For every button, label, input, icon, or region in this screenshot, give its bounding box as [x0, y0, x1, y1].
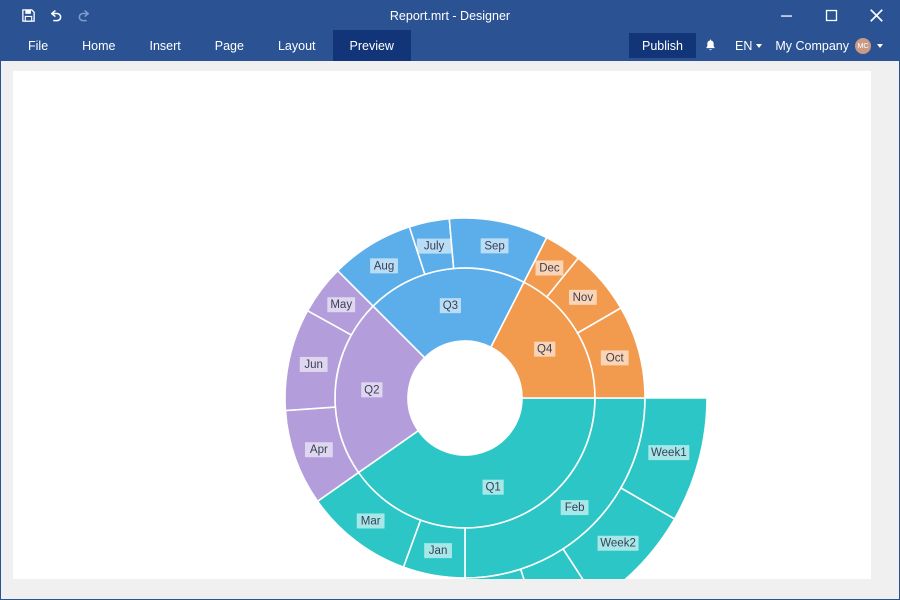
label-q2: Q2	[364, 384, 379, 396]
label-dec: Dec	[539, 263, 560, 275]
menu-item-insert[interactable]: Insert	[133, 30, 198, 61]
title-bar: Report.mrt - Designer	[1, 1, 899, 30]
minimize-button[interactable]	[764, 1, 809, 30]
label-feb: Feb	[565, 502, 585, 514]
designer-window: Report.mrt - Designer File Home Insert P…	[0, 0, 900, 600]
label-oct: Oct	[606, 352, 625, 364]
maximize-button[interactable]	[809, 1, 854, 30]
sunburst-chart: Q1FebWeek1Week2Week3Week4JanMarQ2AprJunM…	[13, 71, 871, 579]
menu-item-page[interactable]: Page	[198, 30, 261, 61]
undo-button[interactable]	[43, 4, 69, 28]
menu-item-preview[interactable]: Preview	[332, 30, 411, 61]
minimize-icon	[781, 15, 792, 17]
label-q1: Q1	[485, 482, 500, 494]
label-aug: Aug	[374, 260, 394, 272]
label-sep: Sep	[484, 240, 504, 252]
undo-icon	[50, 9, 62, 21]
chevron-down-icon	[756, 43, 763, 48]
maximize-icon	[825, 9, 838, 22]
label-q3: Q3	[443, 300, 458, 312]
label-july: July	[424, 241, 445, 253]
sunburst-segments	[284, 217, 708, 579]
redo-button[interactable]	[71, 4, 97, 28]
window-controls	[764, 1, 899, 30]
label-jan: Jan	[429, 545, 448, 557]
save-button[interactable]	[15, 4, 41, 28]
account-name: My Company	[775, 38, 849, 53]
notifications-button[interactable]	[696, 30, 726, 61]
menu-bar: File Home Insert Page Layout Preview Pub…	[1, 30, 899, 61]
label-mar: Mar	[361, 515, 381, 527]
report-page: Q1FebWeek1Week2Week3Week4JanMarQ2AprJunM…	[13, 71, 871, 579]
language-label: EN	[734, 38, 753, 53]
label-q4: Q4	[537, 344, 553, 356]
language-selector[interactable]: EN	[726, 30, 771, 61]
label-apr: Apr	[310, 444, 328, 456]
close-button[interactable]	[854, 1, 899, 30]
redo-icon	[78, 9, 90, 21]
sunburst-svg: Q1FebWeek1Week2Week3Week4JanMarQ2AprJunM…	[284, 217, 708, 579]
publish-button[interactable]: Publish	[628, 33, 696, 58]
document-workspace[interactable]: Q1FebWeek1Week2Week3Week4JanMarQ2AprJunM…	[1, 61, 899, 599]
chevron-down-icon	[877, 43, 883, 48]
bell-icon	[706, 39, 716, 50]
close-icon	[870, 9, 883, 22]
menu-item-file[interactable]: File	[11, 30, 65, 61]
avatar: MC	[855, 37, 871, 54]
menu-item-layout[interactable]: Layout	[261, 30, 333, 61]
save-icon	[21, 9, 35, 22]
label-may: May	[330, 299, 352, 311]
label-week2: Week2	[600, 538, 636, 550]
label-nov: Nov	[573, 292, 594, 304]
quick-access-toolbar	[1, 4, 97, 28]
menu-items: File Home Insert Page Layout Preview	[1, 30, 411, 61]
label-week1: Week1	[651, 447, 687, 459]
account-menu[interactable]: My Company MC	[771, 30, 889, 61]
label-jun: Jun	[304, 359, 323, 371]
menu-bar-right: Publish EN My Company MC	[628, 30, 899, 61]
menu-item-home[interactable]: Home	[65, 30, 132, 61]
